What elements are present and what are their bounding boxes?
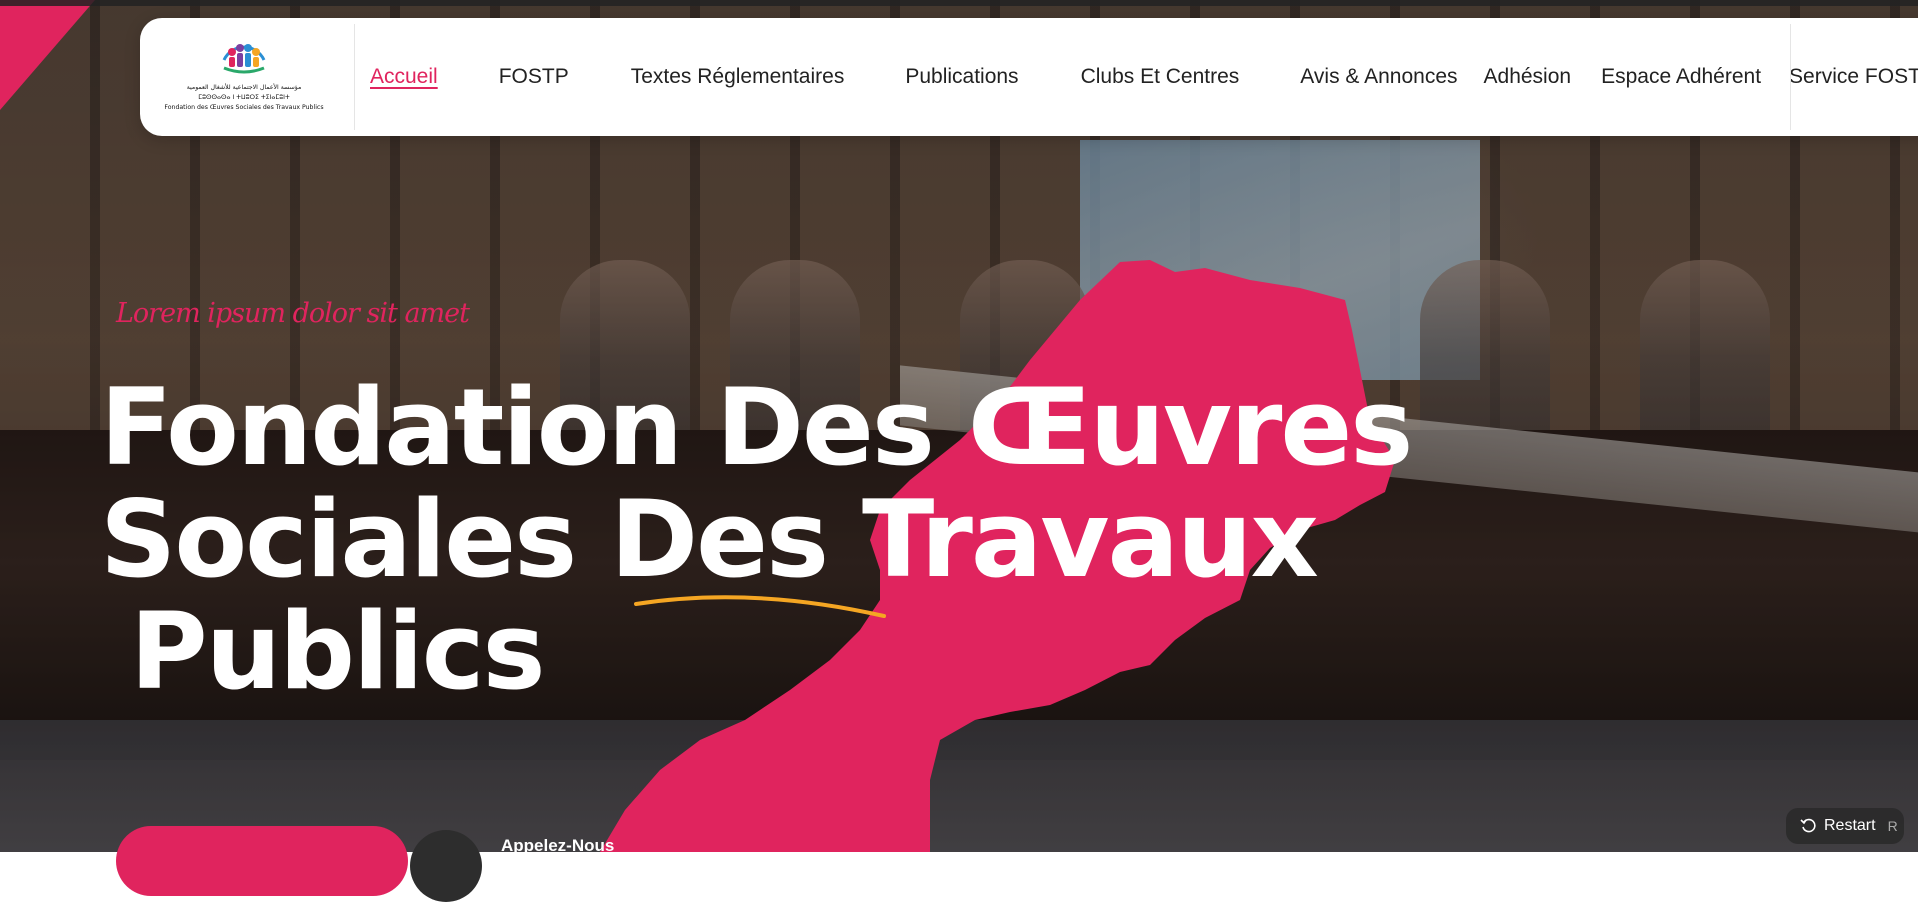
nav-item-accueil[interactable]: Accueil xyxy=(370,65,438,89)
nav-item-adhesion[interactable]: Adhésion xyxy=(1484,65,1572,89)
nav-item-avis-annonces[interactable]: Avis & Annonces xyxy=(1300,65,1457,89)
title-underline-swoosh xyxy=(634,595,886,618)
call-us-label[interactable]: Appelez-Nous xyxy=(501,836,614,856)
hero-title-line: Fondation Des Œuvres xyxy=(100,366,1413,489)
logo-french-text: Fondation des Œuvres Sociales des Travau… xyxy=(164,104,324,111)
nav-item-espace-adherent[interactable]: Espace Adhérent xyxy=(1601,65,1761,89)
nav-item-service-fostp[interactable]: Service FOSTP xyxy=(1789,65,1918,89)
restart-button[interactable]: Restart R xyxy=(1786,808,1904,844)
logo-tifinagh-text: ⵎⵓⵙⵙⴰⵙⴰ ⵏ ⵜⵡⵓⵔⵉ ⵜⵉⵏⴰⵎⵓⵏⵜ xyxy=(198,94,290,101)
nav-item-clubs-et-centres[interactable]: Clubs Et Centres xyxy=(1081,65,1240,89)
phone-call-button[interactable] xyxy=(410,830,482,902)
restart-shortcut-key: R xyxy=(1887,818,1898,834)
site-header: مؤسسة الأعمال الاجتماعية للأشغال العمومي… xyxy=(140,18,1918,136)
nav-item-fostp[interactable]: FOSTP xyxy=(499,65,569,89)
logo-people-icon xyxy=(222,44,266,74)
hero-title-line: Sociales Des Travaux xyxy=(100,478,1319,601)
top-strip xyxy=(0,0,1918,6)
site-logo[interactable]: مؤسسة الأعمال الاجتماعية للأشغال العمومي… xyxy=(158,32,333,124)
restart-icon xyxy=(1800,818,1816,833)
restart-label: Restart xyxy=(1824,817,1876,834)
hero-tagline: Lorem ipsum dolor sit amet xyxy=(116,298,470,329)
corner-accent xyxy=(0,0,95,110)
nav-divider xyxy=(1790,24,1791,130)
logo-arabic-text: مؤسسة الأعمال الاجتماعية للأشغال العمومي… xyxy=(186,84,302,91)
logo-divider xyxy=(354,24,355,130)
nav-item-textes-reglementaires[interactable]: Textes Réglementaires xyxy=(631,65,845,89)
main-nav: Accueil FOSTP Textes Réglementaires Publ… xyxy=(370,18,1918,136)
hero-cta-button[interactable] xyxy=(116,826,408,896)
nav-item-publications[interactable]: Publications xyxy=(905,65,1018,89)
hero-title: Fondation Des Œuvres Sociales Des Travau… xyxy=(100,366,1413,708)
